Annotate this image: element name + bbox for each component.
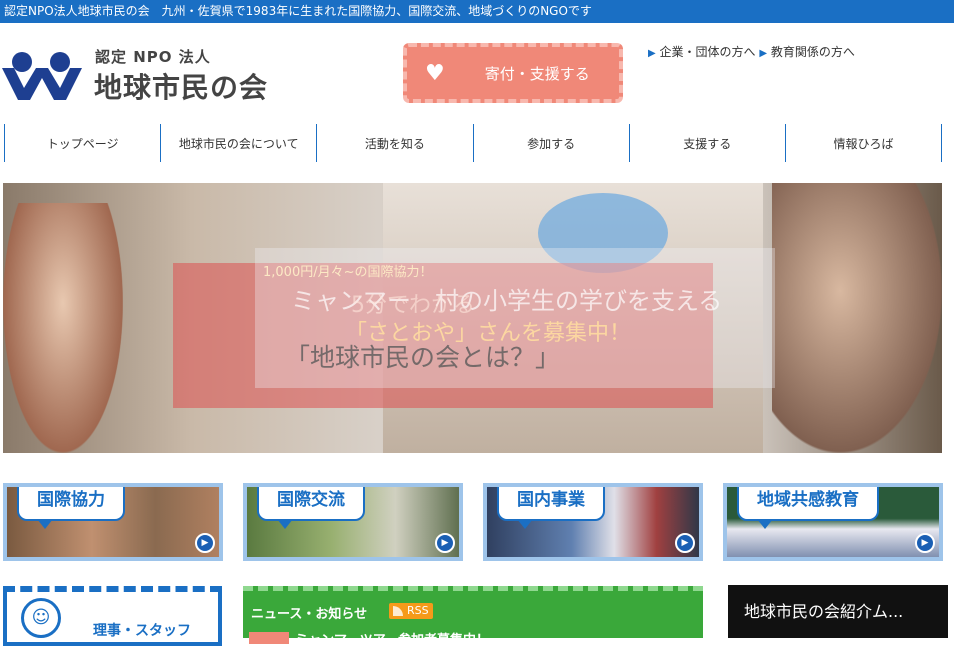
nav-item-about[interactable]: 地球市民の会について bbox=[161, 124, 318, 162]
intro-video[interactable]: 地球市民の会紹介ム... bbox=[728, 585, 948, 638]
site-logo[interactable]: 認定 NPO 法人 地球市民の会 bbox=[2, 46, 292, 104]
audience-links: ▶ 企業・団体の方へ ▶ 教育関係の方へ bbox=[648, 43, 855, 60]
play-icon[interactable]: ▶ bbox=[435, 533, 455, 553]
nav-item-join[interactable]: 参加する bbox=[474, 124, 630, 162]
link-corporate[interactable]: 企業・団体の方へ bbox=[660, 45, 756, 59]
global-nav: トップページ 地球市民の会について 活動を知る 参加する 支援する 情報ひろば bbox=[4, 124, 943, 162]
card-international-cooperation[interactable]: 国際協力 ▶ bbox=[3, 483, 223, 561]
play-icon[interactable]: ▶ bbox=[675, 533, 695, 553]
hero-photo-right bbox=[772, 183, 942, 453]
card-label: 地域共感教育 bbox=[737, 487, 879, 529]
staff-label: 理事・スタッフ bbox=[93, 623, 191, 639]
card-label: 国際交流 bbox=[257, 487, 365, 529]
triangle-right-icon: ▶ bbox=[759, 48, 768, 59]
heart-icon: ♥ bbox=[425, 60, 445, 86]
nav-item-activities[interactable]: 活動を知る bbox=[317, 124, 474, 162]
hero-slideshow[interactable]: 1,000円/月々~の国際協力！ ミャンマー 村の小学生の学びを支える 5分でわ… bbox=[3, 183, 942, 453]
site-tagline-bar: 認定NPO法人地球市民の会 九州・佐賀県で1983年に生まれた国際協力、国際交流… bbox=[0, 0, 954, 23]
logo-mark-icon bbox=[2, 52, 82, 100]
card-international-exchange[interactable]: 国際交流 ▶ bbox=[243, 483, 463, 561]
donate-label: 寄付・支援する bbox=[484, 64, 590, 83]
nav-item-top[interactable]: トップページ bbox=[5, 124, 162, 162]
nav-item-info[interactable]: 情報ひろば bbox=[786, 124, 943, 162]
video-title: 地球市民の会紹介ム... bbox=[744, 602, 904, 621]
play-icon[interactable]: ▶ bbox=[915, 533, 935, 553]
hero-caption-whatis: 「地球市民の会とは？」 bbox=[285, 343, 561, 372]
news-heading: ニュース・お知らせ bbox=[251, 607, 368, 622]
logo-title: 地球市民の会 bbox=[94, 71, 269, 104]
card-label: 国際協力 bbox=[17, 487, 125, 529]
news-item-tag bbox=[249, 632, 289, 644]
hero-caption-price: 1,000円/月々~の国際協力！ bbox=[263, 265, 433, 280]
donate-button[interactable]: ♥ 寄付・支援する bbox=[403, 43, 623, 103]
hero-photo-left bbox=[3, 203, 123, 453]
staff-link-box[interactable]: ☺ 理事・スタッフ bbox=[3, 586, 222, 646]
card-domestic-projects[interactable]: 国内事業 ▶ bbox=[483, 483, 703, 561]
news-section: ニュース・お知らせ RSS ミャンマーツアー参加者募集中！ bbox=[243, 586, 703, 648]
nav-item-support[interactable]: 支援する bbox=[630, 124, 786, 162]
news-item-title[interactable]: ミャンマーツアー参加者募集中！ bbox=[295, 629, 489, 648]
triangle-right-icon: ▶ bbox=[648, 48, 656, 59]
card-community-education[interactable]: 地域共感教育 ▶ bbox=[723, 483, 943, 561]
logo-subtitle: 認定 NPO 法人 bbox=[95, 48, 211, 66]
card-label: 国内事業 bbox=[497, 487, 605, 529]
rss-button[interactable]: RSS bbox=[389, 603, 433, 619]
play-icon[interactable]: ▶ bbox=[195, 533, 215, 553]
staff-face-icon: ☺ bbox=[21, 598, 61, 638]
link-education[interactable]: 教育関係の方へ bbox=[771, 45, 855, 59]
